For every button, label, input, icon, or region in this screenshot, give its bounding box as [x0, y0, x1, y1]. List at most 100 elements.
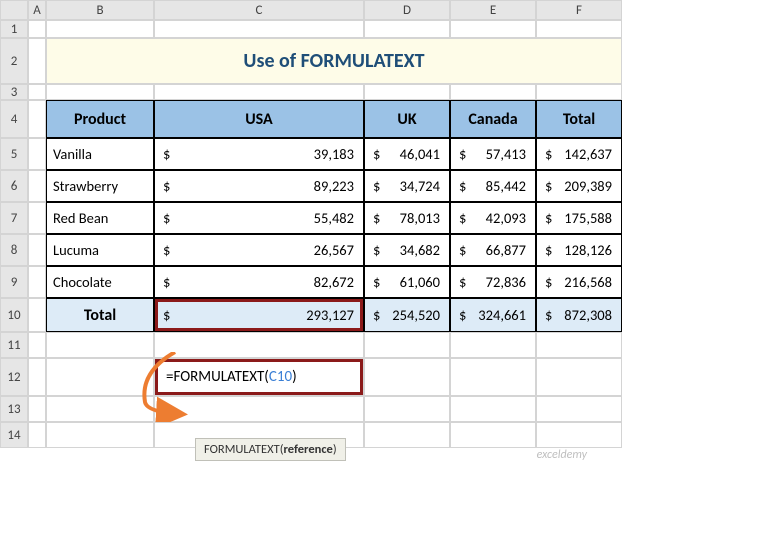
total-usa[interactable]: $293,127: [154, 298, 364, 332]
data-cell[interactable]: $39,183: [154, 138, 364, 170]
col-header-c[interactable]: C: [154, 0, 364, 20]
cell[interactable]: [364, 422, 450, 448]
total-total[interactable]: $872,308: [536, 298, 622, 332]
cell[interactable]: [28, 138, 46, 170]
data-cell[interactable]: $34,724: [364, 170, 450, 202]
cell[interactable]: [28, 422, 46, 448]
row-header-2[interactable]: 2: [0, 38, 28, 84]
cell[interactable]: [28, 234, 46, 266]
cell[interactable]: [46, 20, 154, 38]
data-cell[interactable]: $128,126: [536, 234, 622, 266]
total-uk[interactable]: $254,520: [364, 298, 450, 332]
product-cell[interactable]: Red Bean: [46, 202, 154, 234]
data-cell[interactable]: $66,877: [450, 234, 536, 266]
row-header-10[interactable]: 10: [0, 298, 28, 332]
cell[interactable]: [364, 20, 450, 38]
data-cell[interactable]: $61,060: [364, 266, 450, 298]
cell[interactable]: [450, 332, 536, 358]
cell[interactable]: [28, 170, 46, 202]
data-cell[interactable]: $72,836: [450, 266, 536, 298]
row-header-6[interactable]: 6: [0, 170, 28, 202]
cell[interactable]: [536, 396, 622, 422]
cell[interactable]: [154, 332, 364, 358]
cell[interactable]: [536, 20, 622, 38]
product-cell[interactable]: Lucuma: [46, 234, 154, 266]
th-total[interactable]: Total: [536, 100, 622, 138]
data-cell[interactable]: $142,637: [536, 138, 622, 170]
total-canada[interactable]: $324,661: [450, 298, 536, 332]
cell[interactable]: [450, 20, 536, 38]
row-header-14[interactable]: 14: [0, 422, 28, 448]
formula-cell[interactable]: =FORMULATEXT(C10): [154, 358, 364, 396]
cell[interactable]: [154, 84, 364, 100]
cell[interactable]: [536, 332, 622, 358]
data-cell[interactable]: $42,093: [450, 202, 536, 234]
row-header-8[interactable]: 8: [0, 234, 28, 266]
row-header-13[interactable]: 13: [0, 396, 28, 422]
data-cell[interactable]: $216,568: [536, 266, 622, 298]
cell[interactable]: [46, 332, 154, 358]
cell[interactable]: [450, 358, 536, 396]
col-header-d[interactable]: D: [364, 0, 450, 20]
col-header-e[interactable]: E: [450, 0, 536, 20]
data-cell[interactable]: $34,682: [364, 234, 450, 266]
cell[interactable]: [28, 84, 46, 100]
row-header-4[interactable]: 4: [0, 100, 28, 138]
data-cell[interactable]: $57,413: [450, 138, 536, 170]
data-cell[interactable]: $85,442: [450, 170, 536, 202]
data-cell[interactable]: $46,041: [364, 138, 450, 170]
row-header-12[interactable]: 12: [0, 358, 28, 396]
cell[interactable]: [28, 396, 46, 422]
row-header-11[interactable]: 11: [0, 332, 28, 358]
row-header-3[interactable]: 3: [0, 84, 28, 100]
data-cell[interactable]: $26,567: [154, 234, 364, 266]
cell[interactable]: [364, 358, 450, 396]
cell[interactable]: [28, 100, 46, 138]
product-cell[interactable]: Strawberry: [46, 170, 154, 202]
cell[interactable]: [450, 84, 536, 100]
col-header-b[interactable]: B: [46, 0, 154, 20]
data-cell[interactable]: $55,482: [154, 202, 364, 234]
row-header-9[interactable]: 9: [0, 266, 28, 298]
cell[interactable]: [450, 422, 536, 448]
col-header-f[interactable]: F: [536, 0, 622, 20]
data-cell[interactable]: $175,588: [536, 202, 622, 234]
cell[interactable]: [46, 396, 154, 422]
th-canada[interactable]: Canada: [450, 100, 536, 138]
cell[interactable]: [46, 358, 154, 396]
row-header-5[interactable]: 5: [0, 138, 28, 170]
col-header-a[interactable]: A: [28, 0, 46, 20]
cell[interactable]: [46, 84, 154, 100]
cell[interactable]: [154, 396, 364, 422]
formula-input[interactable]: =FORMULATEXT(C10): [155, 359, 363, 395]
cell[interactable]: [28, 298, 46, 332]
cell[interactable]: [536, 84, 622, 100]
th-product[interactable]: Product: [46, 100, 154, 138]
data-cell[interactable]: $82,672: [154, 266, 364, 298]
total-label[interactable]: Total: [46, 298, 154, 332]
cell[interactable]: [536, 422, 622, 448]
page-title[interactable]: Use of FORMULATEXT: [46, 38, 622, 84]
cell[interactable]: [28, 20, 46, 38]
data-cell[interactable]: $89,223: [154, 170, 364, 202]
th-uk[interactable]: UK: [364, 100, 450, 138]
product-cell[interactable]: Chocolate: [46, 266, 154, 298]
cell[interactable]: [28, 358, 46, 396]
cell[interactable]: [364, 84, 450, 100]
cell[interactable]: [28, 266, 46, 298]
data-cell[interactable]: $78,013: [364, 202, 450, 234]
data-cell[interactable]: $209,389: [536, 170, 622, 202]
cell[interactable]: [536, 358, 622, 396]
product-cell[interactable]: Vanilla: [46, 138, 154, 170]
cell[interactable]: [154, 20, 364, 38]
th-usa[interactable]: USA: [154, 100, 364, 138]
row-header-7[interactable]: 7: [0, 202, 28, 234]
cell[interactable]: [28, 202, 46, 234]
row-header-1[interactable]: 1: [0, 20, 28, 38]
cell[interactable]: [450, 396, 536, 422]
cell[interactable]: [46, 422, 154, 448]
cell[interactable]: [28, 332, 46, 358]
cell[interactable]: [364, 396, 450, 422]
cell[interactable]: [364, 332, 450, 358]
cell[interactable]: [28, 38, 46, 84]
